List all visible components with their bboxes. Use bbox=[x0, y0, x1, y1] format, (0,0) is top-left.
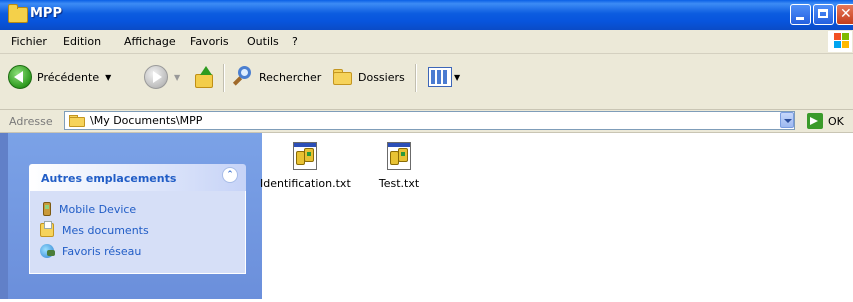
menu-fichier[interactable]: Fichier bbox=[11, 35, 47, 48]
other-places-title: Autres emplacements bbox=[41, 172, 177, 185]
task-pane: Autres emplacements ⌃ Mobile Device Mes … bbox=[0, 133, 262, 299]
toolbar-separator bbox=[415, 64, 417, 92]
file-name: Identification.txt bbox=[260, 177, 351, 190]
views-button[interactable]: ▼ bbox=[428, 65, 460, 89]
title-bar[interactable]: MPP bbox=[0, 0, 853, 30]
back-arrow-icon bbox=[8, 65, 32, 89]
other-places-header[interactable]: Autres emplacements ⌃ bbox=[29, 164, 246, 191]
collapse-button[interactable]: ⌃ bbox=[222, 167, 238, 183]
toolbar-separator bbox=[223, 64, 225, 92]
other-places-panel: Autres emplacements ⌃ Mobile Device Mes … bbox=[29, 164, 246, 302]
menu-favoris[interactable]: Favoris bbox=[190, 35, 229, 48]
place-network[interactable]: Favoris réseau bbox=[40, 243, 141, 259]
place-label: Mobile Device bbox=[59, 202, 137, 216]
minimize-button[interactable] bbox=[790, 4, 811, 25]
close-button[interactable] bbox=[836, 4, 853, 25]
views-icon bbox=[428, 67, 452, 87]
chevron-down-icon[interactable]: ▼ bbox=[105, 73, 111, 82]
up-folder-button[interactable] bbox=[193, 65, 215, 89]
mobile-device-icon bbox=[43, 202, 51, 216]
forward-arrow-icon bbox=[144, 65, 168, 89]
other-places-list: Mobile Device Mes documents Favoris rése… bbox=[29, 191, 246, 274]
place-mobile-device[interactable]: Mobile Device bbox=[40, 201, 136, 217]
menu-affichage[interactable]: Affichage bbox=[124, 35, 176, 48]
file-name: Test.txt bbox=[378, 177, 420, 190]
search-button[interactable]: Rechercher bbox=[232, 65, 321, 89]
place-label: Mes documents bbox=[62, 223, 149, 237]
back-label: Précédente bbox=[37, 70, 100, 84]
search-label: Rechercher bbox=[259, 70, 322, 84]
place-label: Favoris réseau bbox=[62, 244, 142, 258]
address-dropdown-button[interactable] bbox=[780, 112, 794, 128]
toolbar: Précédente ▼ ▼ Rechercher Dossiers ▼ bbox=[0, 54, 853, 110]
menu-help[interactable]: ? bbox=[292, 35, 298, 48]
maximize-button[interactable] bbox=[813, 4, 834, 25]
folders-label: Dossiers bbox=[358, 70, 405, 84]
search-icon bbox=[232, 66, 254, 88]
file-item[interactable]: Test.txt bbox=[354, 140, 444, 190]
address-path: \My Documents\MPP bbox=[90, 114, 203, 127]
folders-icon bbox=[333, 69, 353, 85]
back-button[interactable]: Précédente ▼ bbox=[8, 65, 111, 89]
address-label: Adresse bbox=[9, 115, 53, 128]
folders-button[interactable]: Dossiers bbox=[333, 65, 405, 89]
address-input[interactable]: \My Documents\MPP bbox=[64, 111, 795, 130]
window-title: MPP bbox=[30, 6, 62, 21]
address-bar: Adresse \My Documents\MPP OK bbox=[0, 110, 853, 133]
network-places-icon bbox=[40, 244, 55, 258]
folder-icon bbox=[69, 114, 85, 127]
folder-up-icon bbox=[193, 66, 215, 88]
menu-outils[interactable]: Outils bbox=[247, 35, 279, 48]
folder-icon bbox=[8, 4, 28, 23]
chevron-down-icon[interactable]: ▼ bbox=[454, 73, 460, 82]
my-documents-icon bbox=[40, 221, 54, 237]
go-button[interactable]: OK bbox=[828, 115, 844, 128]
text-file-icon bbox=[289, 140, 321, 172]
go-arrow-icon[interactable] bbox=[807, 113, 823, 129]
place-my-documents[interactable]: Mes documents bbox=[40, 221, 149, 238]
text-file-icon bbox=[383, 140, 415, 172]
menu-bar: Fichier Edition Affichage Favoris Outils… bbox=[0, 30, 853, 54]
windows-logo-icon bbox=[828, 31, 852, 52]
chevron-down-icon[interactable]: ▼ bbox=[174, 73, 180, 82]
forward-button[interactable]: ▼ bbox=[144, 65, 180, 89]
menu-edition[interactable]: Edition bbox=[63, 35, 101, 48]
file-item[interactable]: Identification.txt bbox=[260, 140, 351, 190]
